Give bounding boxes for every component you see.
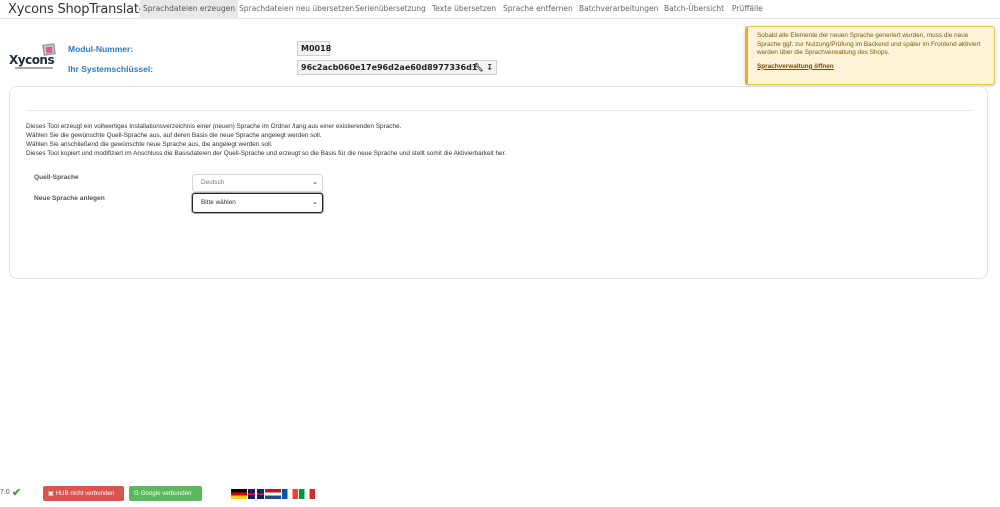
google-status-label: Google verbunden: [140, 490, 192, 497]
system-key-box: 96c2acb060e17e96d2ae60d8977336d1 🔧︎ ↧: [297, 60, 497, 75]
new-language-value: Bitte wählen: [201, 199, 236, 206]
flag-nl-icon[interactable]: [265, 489, 281, 499]
hub-icon: ▣: [48, 490, 54, 497]
flag-fr-icon[interactable]: [282, 489, 298, 499]
sprachverwaltung-link[interactable]: Sprachverwaltung öffnen: [757, 63, 988, 72]
new-language-select[interactable]: Bitte wählen ⌄: [192, 193, 323, 213]
source-language-select[interactable]: Deutsch ⌄: [192, 174, 323, 192]
logo-text: Xycons: [9, 53, 55, 67]
module-number-value: M0018: [297, 41, 331, 56]
nav-sprachdateien-erzeugen[interactable]: Sprachdateien erzeugen: [140, 0, 238, 19]
wrench-icon[interactable]: 🔧︎: [473, 63, 483, 72]
alert-text: Sobald alle Elemente der neuen Sprache g…: [757, 32, 981, 57]
app-title[interactable]: Xycons ShopTranslator: [8, 2, 152, 17]
system-key-label: Ihr Systemschlüssel:: [68, 64, 154, 74]
google-icon: G: [134, 490, 139, 497]
top-navbar: Xycons ShopTranslator Sprachdateien erze…: [0, 0, 1000, 19]
description-line: Dieses Tool erzeugt ein vollwertiges Ins…: [26, 123, 402, 130]
source-language-value: Deutsch: [201, 179, 225, 186]
tool-description: Dieses Tool erzeugt ein vollwertiges Ins…: [26, 123, 506, 159]
nav-batch-uebersicht[interactable]: Batch-Übersicht: [661, 0, 727, 19]
flag-it-icon[interactable]: [299, 489, 315, 499]
nav-texte-uebersetzen[interactable]: Texte übersetzen: [429, 0, 499, 19]
description-line: Wählen Sie die gewünschte Quell-Sprache …: [26, 131, 322, 139]
flag-de-icon[interactable]: [231, 489, 247, 499]
nav-prueffaelle[interactable]: Prüffälle: [729, 0, 766, 19]
nav-sprache-entfernen[interactable]: Sprache entfernen: [500, 0, 576, 19]
xycons-logo: Xycons: [9, 43, 56, 74]
flag-gb-icon[interactable]: [248, 489, 264, 499]
new-language-label: Neue Sprache anlegen: [34, 195, 105, 202]
hub-status-label: HUB nicht verbunden: [55, 490, 115, 497]
google-status-button[interactable]: G Google verbunden: [129, 486, 202, 501]
hub-status-button[interactable]: ▣ HUB nicht verbunden: [43, 486, 124, 501]
key-actions: 🔧︎ ↧: [473, 61, 493, 74]
checkmark-icon: ✔: [12, 487, 22, 499]
description-line: Wählen Sie anschließend die gewünschte n…: [26, 140, 273, 148]
nav-serienuebersetzung[interactable]: Serienübersetzung: [352, 0, 429, 19]
download-icon[interactable]: ↧: [486, 63, 493, 72]
description-line: Dieses Tool kopiert und modifiziert im A…: [26, 149, 507, 157]
module-number-label: Modul-Nummer:: [68, 44, 134, 54]
info-alert: Sobald alle Elemente der neuen Sprache g…: [745, 26, 995, 85]
source-language-label: Quell-Sprache: [34, 174, 79, 181]
main-card: Dieses Tool erzeugt ein vollwertiges Ins…: [9, 86, 988, 279]
system-key-value: 96c2acb060e17e96d2ae60d8977336d1: [301, 63, 478, 72]
chevron-down-icon: ⌄: [312, 199, 318, 206]
nav-sprachdateien-neu-uebersetzen[interactable]: Sprachdateien neu übersetzen: [236, 0, 357, 19]
version-text: 7.0: [0, 489, 10, 496]
chevron-down-icon: ⌄: [312, 179, 318, 186]
nav-batchverarbeitungen[interactable]: Batchverarbeitungen: [576, 0, 661, 19]
divider: [26, 110, 973, 111]
